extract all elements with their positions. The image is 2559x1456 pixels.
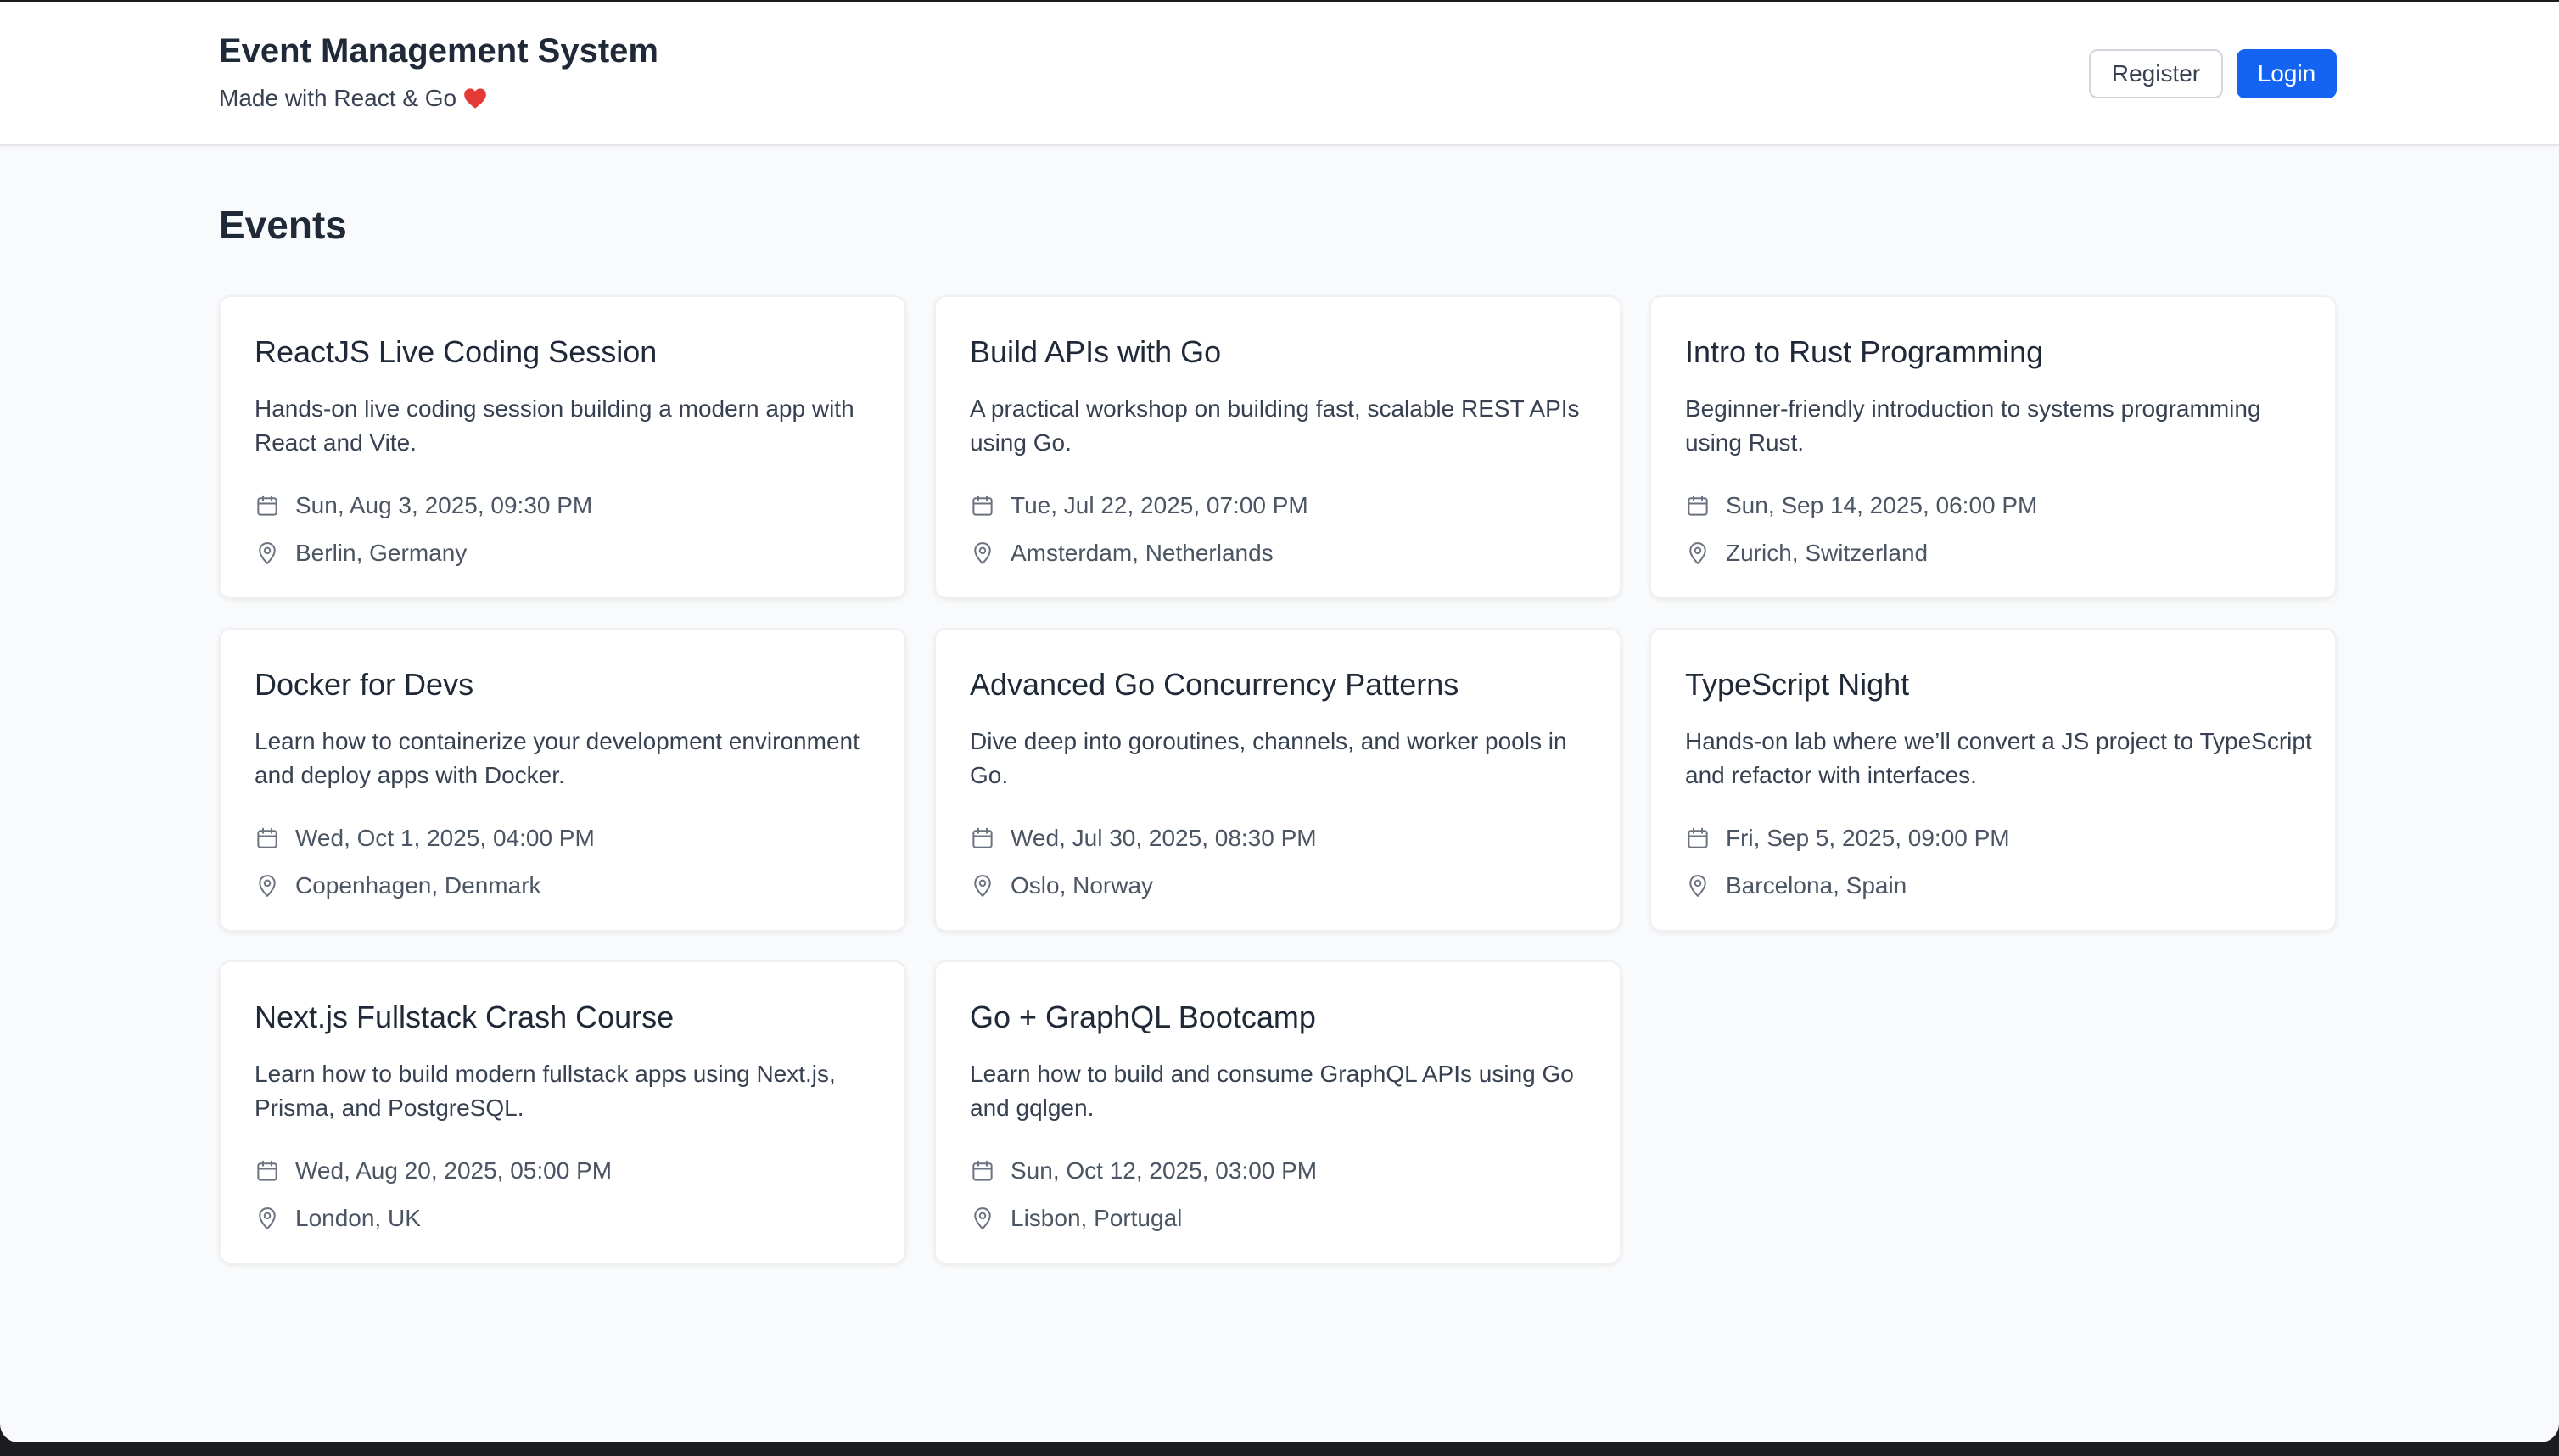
event-date: Fri, Sep 5, 2025, 09:00 PM (1685, 825, 2010, 852)
event-location-text: Berlin, Germany (295, 540, 468, 566)
event-card[interactable]: Docker for Devs Learn how to containeriz… (219, 628, 906, 932)
event-description: Beginner-friendly introduction to system… (1685, 395, 2261, 456)
location-pin-icon (259, 542, 276, 564)
event-date-text: Sun, Oct 12, 2025, 03:00 PM (1011, 1157, 1318, 1184)
event-location: Copenhagen, Denmark (255, 872, 541, 899)
calendar-icon (257, 495, 277, 516)
event-location: Amsterdam, Netherlands (970, 540, 1274, 567)
event-description: Hands-on lab where we’ll convert a JS pr… (1685, 728, 2312, 788)
event-title: Go + GraphQL Bootcamp (970, 1000, 1316, 1034)
desktop-background (0, 1442, 2559, 1456)
calendar-icon (972, 1160, 993, 1181)
location-pin-icon (974, 542, 991, 564)
event-description: A practical workshop on building fast, s… (970, 395, 1580, 456)
event-location-text: Lisbon, Portugal (1011, 1205, 1183, 1231)
event-location: Berlin, Germany (255, 540, 467, 567)
event-title: ReactJS Live Coding Session (255, 334, 658, 369)
app-header: Event Management System Made with React … (0, 2, 2559, 146)
event-date-text: Sun, Aug 3, 2025, 09:30 PM (295, 492, 593, 518)
location-pin-icon (1689, 875, 1706, 897)
calendar-icon (257, 1160, 277, 1181)
event-card[interactable]: ReactJS Live Coding Session Hands-on liv… (219, 295, 906, 599)
event-date-text: Wed, Jul 30, 2025, 08:30 PM (1011, 825, 1317, 851)
page-title: Events (219, 203, 347, 247)
event-location: London, UK (255, 1205, 421, 1232)
event-location-text: London, UK (295, 1205, 421, 1231)
event-date: Tue, Jul 22, 2025, 07:00 PM (970, 492, 1308, 519)
calendar-icon (972, 495, 993, 516)
heart-icon (464, 88, 486, 109)
register-button[interactable]: Register (2089, 49, 2223, 98)
event-title: Build APIs with Go (970, 334, 1222, 369)
event-date-text: Sun, Sep 14, 2025, 06:00 PM (1726, 492, 2038, 518)
event-title: Intro to Rust Programming (1685, 334, 2044, 369)
login-button[interactable]: Login (2237, 49, 2337, 98)
event-description: Learn how to containerize your developme… (255, 728, 860, 788)
location-pin-icon (974, 875, 991, 897)
location-pin-icon (1689, 542, 1706, 564)
event-date-text: Wed, Aug 20, 2025, 05:00 PM (295, 1157, 613, 1184)
calendar-icon (1688, 827, 1708, 848)
event-card[interactable]: TypeScript Night Hands-on lab where we’l… (1649, 628, 2337, 932)
event-card[interactable]: Intro to Rust Programming Beginner-frien… (1649, 295, 2337, 599)
event-date-text: Fri, Sep 5, 2025, 09:00 PM (1726, 825, 2010, 851)
event-card[interactable]: Advanced Go Concurrency Patterns Dive de… (934, 628, 1621, 932)
event-date-text: Wed, Oct 1, 2025, 04:00 PM (295, 825, 595, 851)
event-title: Docker for Devs (255, 667, 474, 702)
event-location: Barcelona, Spain (1685, 872, 1907, 899)
app-title: Event Management System (219, 32, 658, 70)
event-location-text: Oslo, Norway (1011, 872, 1154, 899)
location-pin-icon (259, 1207, 276, 1229)
calendar-icon (1688, 495, 1708, 516)
event-location: Oslo, Norway (970, 872, 1153, 899)
app-subtitle-text: Made with React & Go (219, 85, 457, 111)
event-title: TypeScript Night (1685, 667, 1910, 702)
event-date: Sun, Aug 3, 2025, 09:30 PM (255, 492, 592, 519)
event-date: Wed, Oct 1, 2025, 04:00 PM (255, 825, 595, 852)
event-card[interactable]: Next.js Fullstack Crash Course Learn how… (219, 960, 906, 1264)
event-date: Wed, Jul 30, 2025, 08:30 PM (970, 825, 1317, 852)
app-subtitle: Made with React & Go (219, 85, 487, 112)
location-pin-icon (974, 1207, 991, 1229)
event-description: Learn how to build and consume GraphQL A… (970, 1061, 1574, 1121)
location-pin-icon (259, 875, 276, 897)
calendar-icon (257, 827, 277, 848)
event-date: Wed, Aug 20, 2025, 05:00 PM (255, 1157, 612, 1184)
event-location-text: Barcelona, Spain (1726, 872, 1907, 899)
event-description: Hands-on live coding session building a … (255, 395, 854, 456)
event-location-text: Zurich, Switzerland (1726, 540, 1929, 566)
event-location-text: Amsterdam, Netherlands (1011, 540, 1274, 566)
event-title: Advanced Go Concurrency Patterns (970, 667, 1459, 702)
event-location: Zurich, Switzerland (1685, 540, 1928, 567)
event-date-text: Tue, Jul 22, 2025, 07:00 PM (1011, 492, 1308, 518)
event-location-text: Copenhagen, Denmark (295, 872, 541, 899)
event-card[interactable]: Build APIs with Go A practical workshop … (934, 295, 1621, 599)
event-date: Sun, Oct 12, 2025, 03:00 PM (970, 1157, 1317, 1184)
event-location: Lisbon, Portugal (970, 1205, 1182, 1232)
calendar-icon (972, 827, 993, 848)
event-card[interactable]: Go + GraphQL Bootcamp Learn how to build… (934, 960, 1621, 1264)
event-description: Learn how to build modern fullstack apps… (255, 1061, 836, 1121)
event-description: Dive deep into goroutines, channels, and… (970, 728, 1567, 788)
event-date: Sun, Sep 14, 2025, 06:00 PM (1685, 492, 2037, 519)
browser-viewport: Event Management System Made with React … (0, 2, 2559, 1442)
event-title: Next.js Fullstack Crash Course (255, 1000, 675, 1034)
